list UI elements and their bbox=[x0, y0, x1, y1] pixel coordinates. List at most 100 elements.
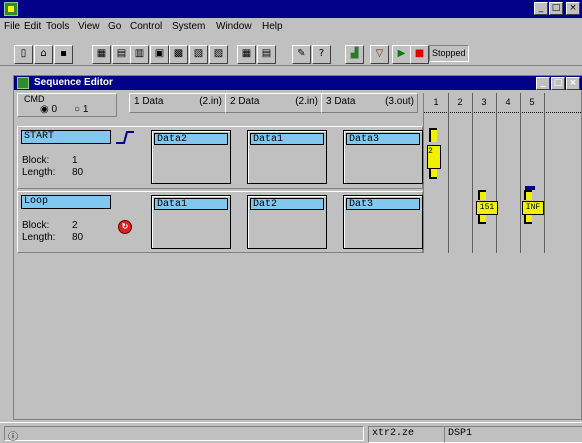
block-name-field[interactable]: Loop bbox=[21, 195, 111, 209]
marker-channel-5[interactable]: INF bbox=[522, 201, 544, 215]
block-label: Block: bbox=[22, 220, 50, 231]
open-folder-icon[interactable]: ⌂ bbox=[34, 45, 53, 64]
data-cell[interactable]: Data1 bbox=[151, 195, 231, 249]
data-cell-label: Data1 bbox=[250, 133, 324, 145]
length-value: 80 bbox=[72, 232, 84, 243]
table-icon: ▤ bbox=[257, 45, 276, 64]
status-info-icon: ⓘ bbox=[8, 432, 18, 443]
display-icon[interactable]: ▣ bbox=[150, 45, 169, 64]
channel-header-5: 5 bbox=[529, 97, 535, 107]
tab-data-3[interactable]: 3 Data (3.out) bbox=[321, 93, 418, 113]
length-label: Length: bbox=[22, 232, 56, 243]
data-cell[interactable]: Dat2 bbox=[247, 195, 327, 249]
run-status-field: Stopped bbox=[429, 45, 469, 62]
menu-window[interactable]: Window bbox=[216, 21, 252, 32]
filter-icon[interactable]: ▽ bbox=[370, 45, 389, 64]
menu-control[interactable]: Control bbox=[130, 21, 162, 32]
board-icon[interactable]: ▩ bbox=[169, 45, 188, 64]
menu-system[interactable]: System bbox=[172, 21, 205, 32]
panel-icon[interactable]: ▧ bbox=[189, 45, 208, 64]
marker-bracket bbox=[429, 169, 437, 179]
channel-header-1: 1 bbox=[433, 97, 439, 107]
menu-tools[interactable]: Tools bbox=[46, 21, 69, 32]
sequence-icon[interactable]: ▦ bbox=[237, 45, 256, 64]
marker-bracket bbox=[478, 190, 486, 200]
channel-grid: 1 2 3 4 5 2 151 INF bbox=[423, 93, 582, 253]
app-title-bar: _ □ × bbox=[0, 0, 582, 18]
rising-edge-icon bbox=[116, 131, 134, 144]
help-icon[interactable]: ? bbox=[312, 45, 331, 64]
marker-bracket bbox=[478, 215, 486, 224]
status-bar: ⓘ xtr2.ze DSP1 bbox=[0, 422, 582, 443]
toolbar: ▯ ⌂ ▪ ▦ ▤ ▥ ▣ ▩ ▧ ▨ ▦ ▤ ✎ ? ▟ ▽ ▶ ■ Stop… bbox=[0, 36, 582, 66]
marker-channel-3[interactable]: 151 bbox=[476, 201, 498, 215]
status-file-field: xtr2.ze bbox=[368, 426, 445, 443]
channel-header-4: 4 bbox=[505, 97, 511, 107]
block-name-field[interactable]: START bbox=[21, 130, 111, 144]
wand-icon[interactable]: ✎ bbox=[292, 45, 311, 64]
cmd-selector: CMD ◉ 0 ○ 1 bbox=[17, 93, 117, 117]
marker-bracket bbox=[524, 215, 532, 224]
editor-minimize-button[interactable]: _ bbox=[536, 77, 550, 90]
data-cell-label: Dat3 bbox=[346, 198, 420, 210]
cmd-radio-0-label: 0 bbox=[51, 104, 58, 115]
channel-separator bbox=[544, 93, 545, 253]
sequence-block-loop[interactable]: Loop ↻ Block: 2 Length: 80 Data1 Dat2 Da… bbox=[17, 191, 423, 253]
status-message-field: ⓘ bbox=[4, 426, 364, 443]
editor-icon bbox=[17, 77, 29, 89]
data-cell[interactable]: Data1 bbox=[247, 130, 327, 184]
data-cell[interactable]: Data2 bbox=[151, 130, 231, 184]
cmd-radio-0[interactable]: ◉ 0 bbox=[40, 104, 57, 115]
data-cell[interactable]: Dat3 bbox=[343, 195, 423, 249]
grid-view-icon[interactable]: ▦ bbox=[92, 45, 111, 64]
marker-bracket bbox=[524, 190, 532, 200]
tab-data-1[interactable]: 1 Data (2.in) bbox=[129, 93, 226, 113]
channel-separator bbox=[472, 93, 473, 253]
editor-maximize-button[interactable]: □ bbox=[551, 77, 565, 90]
sequence-work-area[interactable] bbox=[14, 256, 582, 420]
loop-repeat-icon[interactable]: ↻ bbox=[118, 220, 132, 234]
data-cell-label: Data1 bbox=[154, 198, 228, 210]
length-label: Length: bbox=[22, 167, 56, 178]
data-cell-label: Data2 bbox=[154, 133, 228, 145]
maximize-button[interactable]: □ bbox=[549, 2, 563, 15]
channel-header-2: 2 bbox=[457, 97, 463, 107]
block-number: 1 bbox=[72, 155, 78, 166]
run-icon[interactable]: ▶ bbox=[392, 45, 411, 64]
notes-icon[interactable]: ▨ bbox=[209, 45, 228, 64]
sequence-editor-title-bar: Sequence Editor _ □ × bbox=[14, 76, 582, 90]
data-cell[interactable]: Data3 bbox=[343, 130, 423, 184]
minimize-button[interactable]: _ bbox=[534, 2, 548, 15]
sequence-editor-window: Sequence Editor _ □ × CMD ◉ 0 ○ 1 1 Data… bbox=[13, 75, 582, 420]
marker-channel-1[interactable]: 2 bbox=[427, 145, 441, 169]
tab-data-2-label: 2 Data bbox=[230, 96, 260, 107]
chart-green-icon[interactable]: ▟ bbox=[345, 45, 364, 64]
cmd-label: CMD bbox=[24, 94, 45, 104]
app-icon[interactable] bbox=[4, 2, 18, 16]
module-icon[interactable]: ▤ bbox=[112, 45, 131, 64]
block-number: 2 bbox=[72, 220, 78, 231]
channel-separator bbox=[448, 93, 449, 253]
data-cell-label: Data3 bbox=[346, 133, 420, 145]
editor-close-button[interactable]: × bbox=[566, 77, 580, 90]
menu-view[interactable]: View bbox=[78, 21, 100, 32]
stop-icon[interactable]: ■ bbox=[410, 45, 429, 64]
menu-edit[interactable]: Edit bbox=[24, 21, 41, 32]
save-disk-icon[interactable]: ▪ bbox=[54, 45, 73, 64]
tab-data-3-suffix: (3.out) bbox=[385, 96, 414, 107]
tab-data-2[interactable]: 2 Data (2.in) bbox=[225, 93, 322, 113]
sequence-editor-title: Sequence Editor bbox=[34, 77, 113, 88]
channel-header-3: 3 bbox=[481, 97, 487, 107]
menu-help[interactable]: Help bbox=[262, 21, 283, 32]
tab-data-3-label: 3 Data bbox=[326, 96, 356, 107]
cmd-radio-1[interactable]: ○ 1 bbox=[74, 104, 88, 115]
menu-file[interactable]: File bbox=[4, 21, 20, 32]
menu-go[interactable]: Go bbox=[108, 21, 121, 32]
sequence-block-start[interactable]: START Block: 1 Length: 80 Data2 Data1 Da… bbox=[17, 126, 423, 189]
new-file-icon[interactable]: ▯ bbox=[14, 45, 33, 64]
tab-data-1-suffix: (2.in) bbox=[199, 96, 222, 107]
close-button[interactable]: × bbox=[566, 2, 580, 15]
tab-data-1-label: 1 Data bbox=[134, 96, 164, 107]
length-value: 80 bbox=[72, 167, 84, 178]
chart-icon[interactable]: ▥ bbox=[130, 45, 149, 64]
